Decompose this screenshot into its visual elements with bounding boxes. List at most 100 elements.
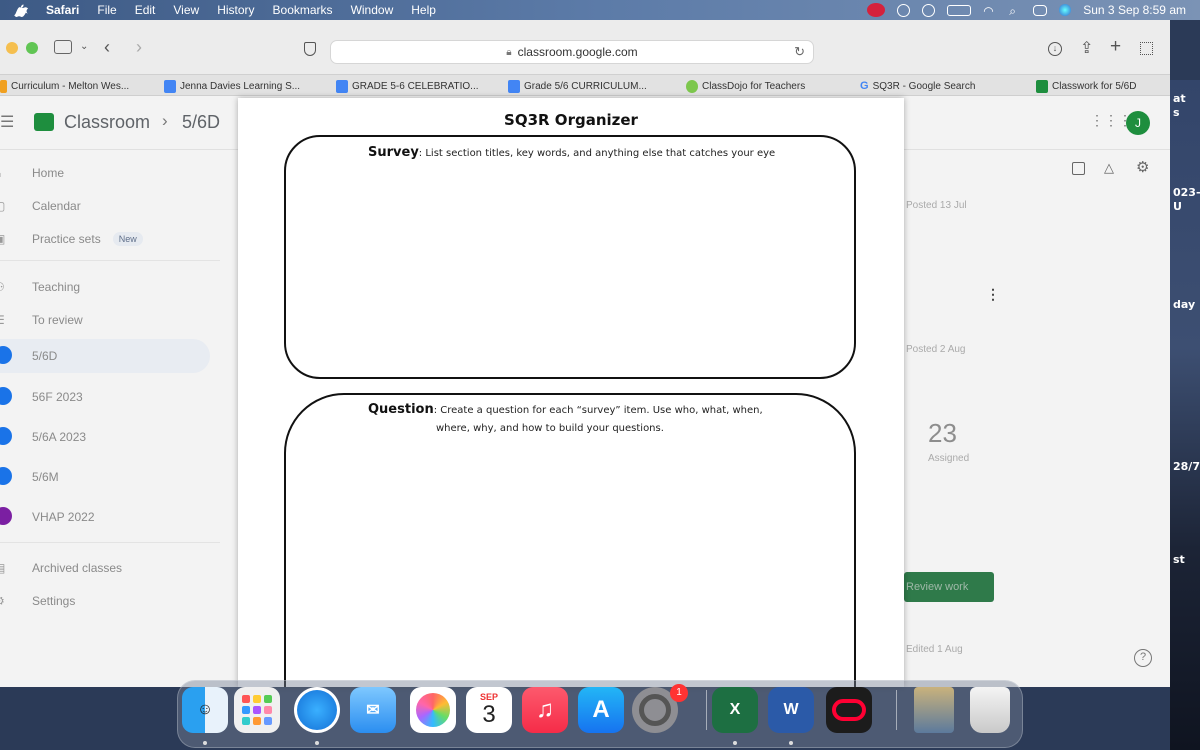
document-preview[interactable]: SQ3R Organizer Survey: List section titl… [238,98,904,687]
docs-icon [508,79,520,93]
address-bar[interactable]: 🔒︎ classroom.google.com ↻ [330,40,814,64]
url-text: classroom.google.com [517,45,638,59]
dock-separator [706,690,707,730]
nav-to-review[interactable]: ☰ To review [0,303,210,337]
menu-file[interactable]: File [97,3,116,17]
menu-icon[interactable]: ☰ [0,112,14,132]
dock-separator [896,690,897,730]
menu-view[interactable]: View [173,3,199,17]
new-tab-icon[interactable]: + [1110,36,1121,58]
minimize-button[interactable] [6,42,18,54]
review-work-button[interactable]: Review work [904,572,994,602]
tab-sq3r-search[interactable]: G SQ3R - Google Search [860,75,975,97]
tab-jenna-davies[interactable]: Jenna Davies Learning S... [164,75,300,97]
menu-history[interactable]: History [217,3,254,17]
assigned-count[interactable]: 23 [928,418,957,449]
nav-class-5-6d[interactable]: 5/6D [0,339,210,373]
photos-flower [416,693,450,727]
reload-icon[interactable]: ↻ [794,44,805,60]
nav-home[interactable]: ⌂ Home [0,156,210,190]
forward-button[interactable]: › [136,37,142,58]
tab-overview-icon[interactable] [1140,42,1153,55]
clock[interactable]: Sun 3 Sep 8:59 am [1083,3,1186,17]
nav-class-vhap[interactable]: VHAP 2022 [0,500,210,534]
tab-classwork[interactable]: Classwork for 5/6D [1036,75,1136,97]
lock-icon: 🔒︎ [506,46,512,58]
tab-curriculum[interactable]: Curriculum - Melton Wes... [0,75,129,97]
notification-badge: 1 [670,684,688,702]
excel-icon[interactable]: X [712,687,758,733]
word-icon[interactable]: W [768,687,814,733]
tab-grade-curriculum[interactable]: Grade 5/6 CURRICULUM... [508,75,647,97]
avatar[interactable]: J [1126,111,1150,135]
zoom-button[interactable] [26,42,38,54]
app-name[interactable]: Classroom [64,112,150,133]
sidebar-toggle-icon[interactable] [54,40,72,54]
posted-date: Posted 13 Jul [906,200,967,211]
privacy-shield-icon[interactable] [304,42,316,56]
chevron-down-icon[interactable]: ⌄ [80,41,88,52]
docs-icon [336,79,348,93]
nav-calendar[interactable]: ▢ Calendar [0,189,210,223]
menu-bar: Safari File Edit View History Bookmarks … [0,0,1200,20]
nav-settings[interactable]: ⚙ Settings [0,584,210,618]
calendar-icon[interactable] [1072,162,1085,175]
mail-icon[interactable]: ✉ [350,687,396,733]
tab-classdojo[interactable]: ClassDojo for Teachers [686,75,805,97]
help-icon[interactable]: ? [1134,649,1152,667]
safari-icon[interactable] [294,687,340,733]
downloads-icon[interactable]: ↓ [1048,42,1062,56]
edited-date: Edited 1 Aug [906,644,963,655]
battery-icon[interactable] [947,4,972,16]
share-icon[interactable]: ⇪ [1080,38,1093,58]
menu-bookmarks[interactable]: Bookmarks [273,3,333,17]
apple-icon[interactable] [14,3,28,17]
nav-archived-classes[interactable]: ▤ Archived classes [0,551,210,585]
tab-grade-celebration[interactable]: GRADE 5-6 CELEBRATIO... [336,75,479,97]
nav-class-5-6m[interactable]: 5/6M [0,460,210,494]
desktop-wallpaper [1170,80,1200,750]
settings-gear-icon[interactable]: ⚙ [1136,158,1149,176]
photos-icon[interactable] [410,687,456,733]
nav-practice-sets[interactable]: ▣ Practice sets New [0,222,210,256]
calendar-day: 3 [482,701,496,728]
airdrop-icon[interactable] [922,3,936,17]
creative-cloud-icon[interactable] [826,687,872,733]
control-center-icon[interactable] [1033,4,1048,16]
menu-help[interactable]: Help [411,3,436,17]
question-heading: Question [368,402,434,417]
wifi-icon[interactable]: ◠ [983,4,997,18]
breadcrumb[interactable]: 5/6D [182,112,220,133]
finder-icon[interactable]: ☺ [182,687,228,733]
play-icon[interactable] [897,3,911,17]
music-icon[interactable]: ♫ [522,687,568,733]
nav-label: 5/6M [32,470,59,484]
question-box[interactable] [284,393,856,687]
launchpad-icon[interactable] [234,687,280,733]
nav-label: 5/6A 2023 [32,430,87,444]
nav-class-5-6a[interactable]: 5/6A 2023 [0,420,210,454]
app-store-icon[interactable]: A [578,687,624,733]
safari-compass [297,690,337,730]
survey-box[interactable] [284,135,856,379]
trash-icon[interactable] [970,687,1010,733]
nav-class-56f[interactable]: 56F 2023 [0,380,210,414]
assigned-label: Assigned [928,453,970,464]
search-icon[interactable]: ⌕ [1009,4,1021,18]
siri-icon[interactable] [1059,4,1072,16]
more-options-icon[interactable]: ⋮ [986,286,1000,303]
calendar-app-icon[interactable]: SEP 3 [466,687,512,733]
cc-glyph [832,699,866,721]
nav-teaching[interactable]: ⚇ Teaching [0,270,210,304]
survey-label: Survey: List section titles, key words, … [368,145,775,160]
downloads-stack-icon[interactable] [914,687,954,733]
creative-cloud-icon[interactable] [867,3,886,17]
menu-edit[interactable]: Edit [135,3,156,17]
question-instructions-line1: : Create a question for each “survey” it… [433,405,763,416]
back-button[interactable]: ‹ [104,37,110,58]
menu-window[interactable]: Window [351,3,394,17]
question-instructions-line2: where, why, and how to build your questi… [436,423,664,434]
nav-label: Settings [32,594,76,608]
drive-icon[interactable]: △ [1104,160,1114,176]
menu-safari[interactable]: Safari [46,3,79,17]
